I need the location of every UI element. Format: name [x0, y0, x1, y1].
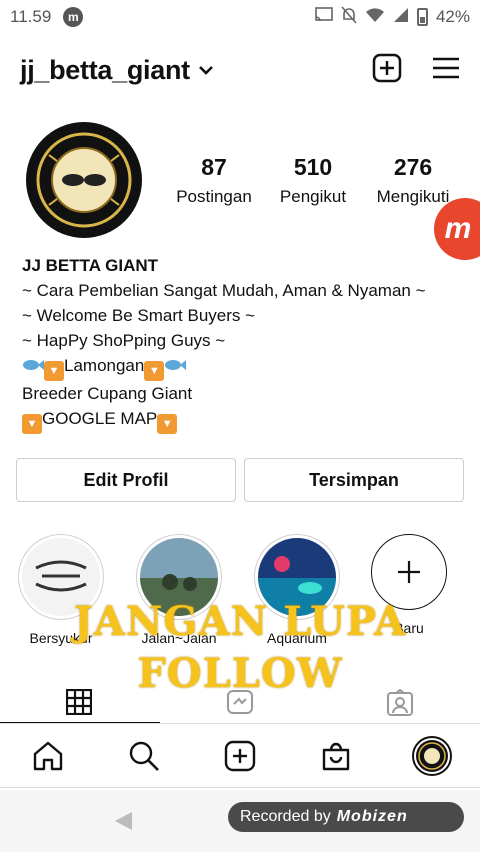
- tab-active-indicator: [0, 722, 160, 723]
- bio-line: ~ HapPy ShoPping Guys ~: [22, 331, 226, 350]
- mute-icon: [341, 6, 357, 28]
- create-post-icon[interactable]: [224, 740, 256, 777]
- shop-icon[interactable]: [320, 740, 352, 777]
- fish-icon: [23, 360, 44, 370]
- username-switcher[interactable]: jj_betta_giant: [20, 55, 190, 86]
- tab-divider: [0, 723, 480, 724]
- mobizen-status-icon: m: [63, 7, 84, 27]
- recorder-brand: Mobizen: [336, 808, 408, 825]
- grid-icon[interactable]: [65, 688, 93, 720]
- bio-location-text: Lamongan: [64, 356, 145, 375]
- reels-icon[interactable]: [226, 689, 254, 720]
- profile-avatar-icon[interactable]: [412, 736, 452, 781]
- status-bar: 11.59 m 42%: [0, 0, 480, 34]
- stat-posts[interactable]: 87 Postingan: [170, 154, 258, 207]
- chevron-down-icon[interactable]: [198, 63, 214, 81]
- avatar[interactable]: [26, 122, 142, 238]
- wifi-icon: [365, 7, 385, 27]
- back-icon[interactable]: [112, 810, 134, 837]
- recorded-by-text: Recorded by: [240, 808, 331, 825]
- home-icon[interactable]: [32, 740, 64, 777]
- bio-line: ~ Cara Pembelian Sangat Mudah, Aman & Ny…: [22, 281, 426, 300]
- signal-icon: [393, 7, 409, 27]
- profile-summary: 87 Postingan 510 Pengikut 276 Mengikuti: [0, 120, 480, 240]
- battery-icon: [416, 8, 428, 26]
- bio-line: ~ Welcome Be Smart Buyers ~: [22, 306, 256, 325]
- down-arrow-icon: ▼: [144, 361, 165, 381]
- bio-map-link[interactable]: ▼ GOOGLE MAP ▼: [22, 406, 472, 434]
- down-arrow-icon: ▼: [44, 361, 64, 381]
- stat-posts-label: Postingan: [176, 187, 252, 206]
- stat-following[interactable]: 276 Mengikuti: [368, 154, 458, 207]
- recording-indicator: Recorded by Mobizen: [228, 802, 464, 832]
- stat-followers-label: Pengikut: [279, 187, 347, 206]
- tagged-icon[interactable]: [386, 688, 414, 722]
- search-icon[interactable]: [128, 740, 160, 777]
- stat-following-count: 276: [393, 154, 433, 180]
- bio-location: ▼ Lamongan ▼: [22, 353, 472, 381]
- fish-icon: [165, 360, 187, 370]
- bio-map-text[interactable]: GOOGLE MAP: [42, 409, 157, 428]
- follow-overlay-line1: JANGAN LUPA: [73, 598, 407, 645]
- new-post-icon[interactable]: [372, 53, 402, 88]
- menu-icon[interactable]: [432, 56, 460, 85]
- profile-tabs: [0, 684, 480, 724]
- stat-posts-count: 87: [201, 154, 227, 180]
- stat-followers[interactable]: 510 Pengikut: [272, 154, 354, 207]
- status-time: 11.59: [10, 7, 52, 26]
- profile-bio: JJ BETTA GIANT ~ Cara Pembelian Sangat M…: [22, 253, 472, 434]
- down-arrow-icon: ▼: [22, 414, 42, 434]
- cast-icon: [315, 7, 333, 27]
- saved-button[interactable]: Tersimpan: [244, 458, 464, 502]
- stat-followers-count: 510: [293, 154, 333, 180]
- profile-header: jj_betta_giant: [0, 40, 480, 100]
- down-arrow-icon: ▼: [157, 414, 178, 434]
- bottom-navigation: [0, 730, 480, 788]
- battery-level: 42%: [435, 7, 470, 26]
- bio-name: JJ BETTA GIANT: [22, 256, 159, 275]
- edit-profile-button[interactable]: Edit Profil: [16, 458, 236, 502]
- bio-line: Breeder Cupang Giant: [22, 384, 193, 403]
